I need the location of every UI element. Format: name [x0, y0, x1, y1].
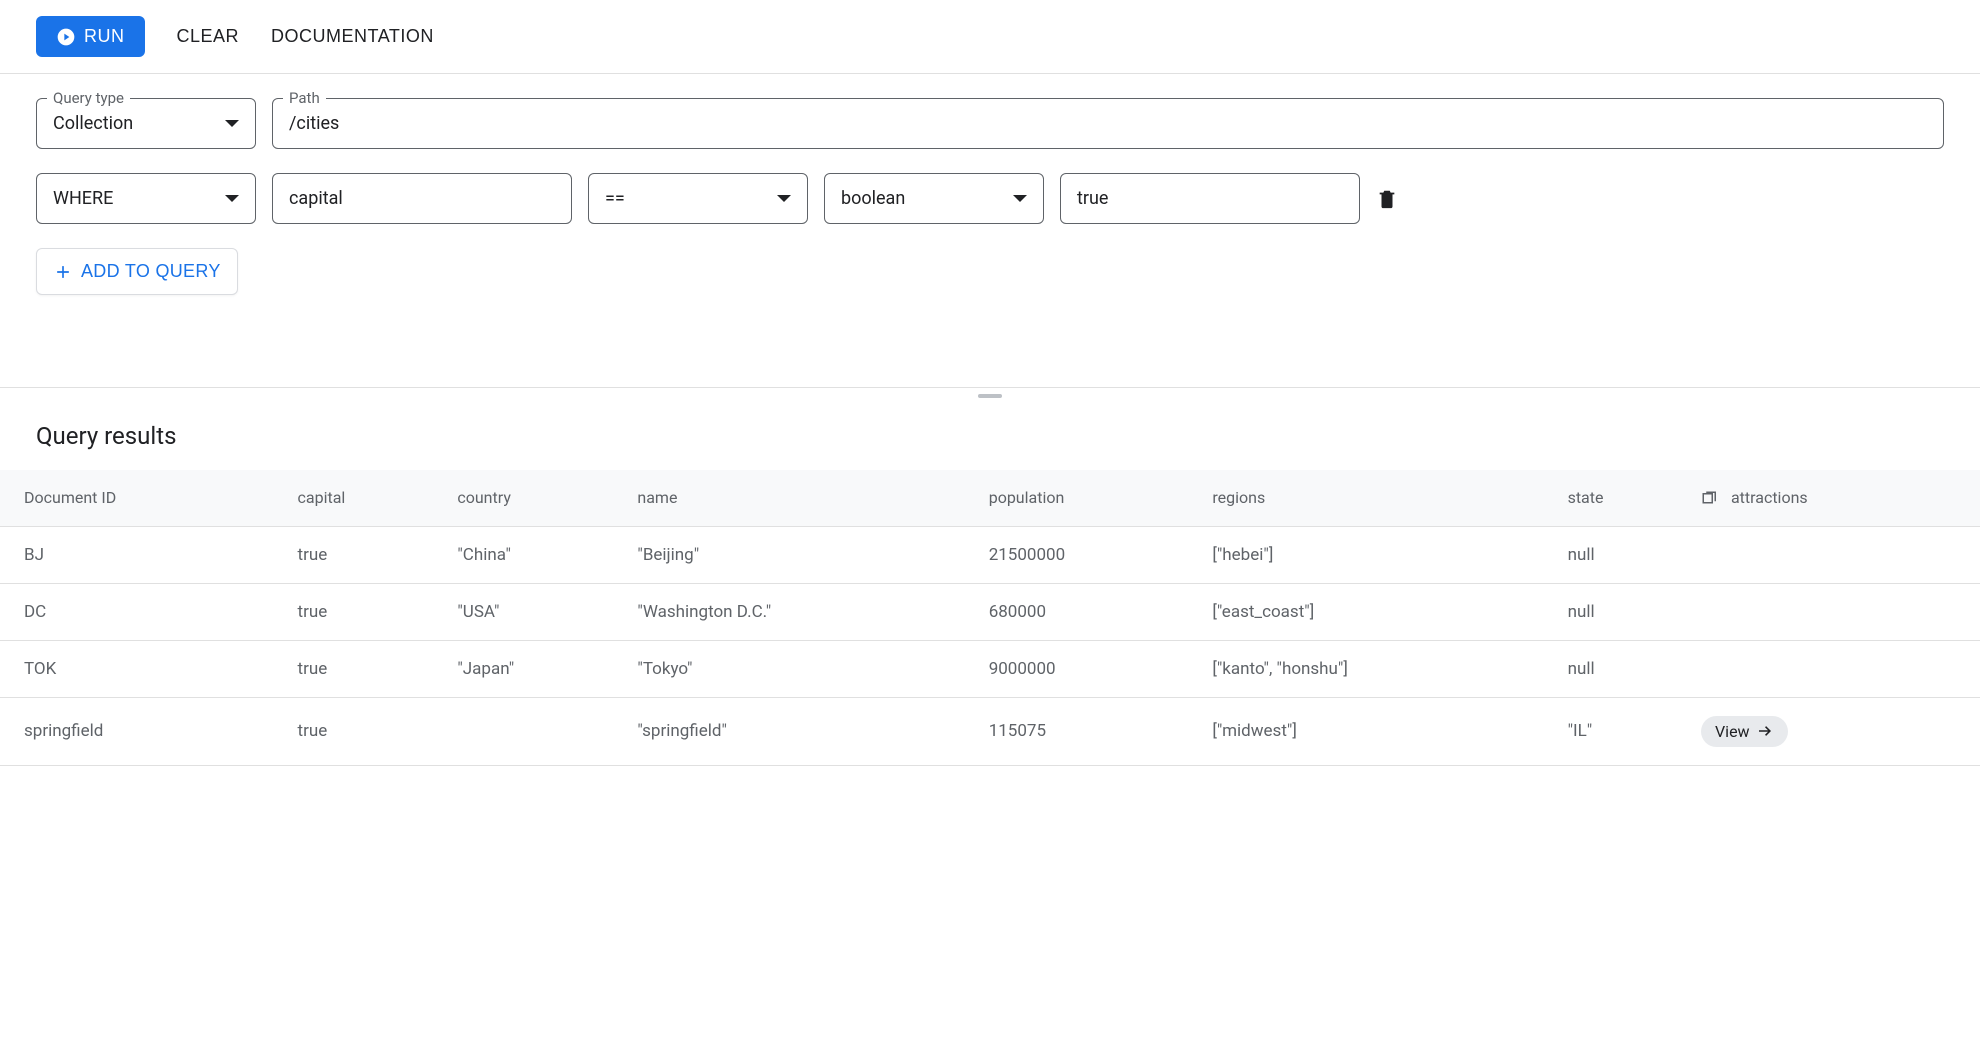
- col-capital: capital: [286, 470, 446, 526]
- where-value-input[interactable]: true: [1060, 173, 1360, 224]
- table-row[interactable]: BJtrue"China""Beijing"21500000["hebei"]n…: [0, 526, 1980, 583]
- cell-attractions: [1689, 526, 1980, 583]
- cell-name: "Beijing": [625, 526, 976, 583]
- path-value: /cities: [289, 113, 339, 134]
- query-type-label: Query type: [47, 89, 130, 107]
- run-button[interactable]: RUN: [36, 16, 145, 57]
- view-chip-label: View: [1715, 722, 1750, 741]
- col-population: population: [977, 470, 1201, 526]
- query-type-value: Collection: [53, 113, 133, 134]
- col-name: name: [625, 470, 976, 526]
- documentation-button[interactable]: DOCUMENTATION: [271, 26, 434, 47]
- cell-capital: true: [286, 640, 446, 697]
- cell-regions: ["hebei"]: [1200, 526, 1555, 583]
- table-row[interactable]: TOKtrue"Japan""Tokyo"9000000["kanto", "h…: [0, 640, 1980, 697]
- where-operator-select[interactable]: ==: [588, 173, 808, 224]
- cell-name: "Washington D.C.": [625, 583, 976, 640]
- where-operator-value: ==: [605, 188, 625, 209]
- where-type-select[interactable]: boolean: [824, 173, 1044, 224]
- cell-population: 680000: [977, 583, 1201, 640]
- where-clause-select[interactable]: WHERE: [36, 173, 256, 224]
- run-label: RUN: [84, 26, 125, 47]
- results-title: Query results: [0, 422, 1980, 470]
- where-clause-value: WHERE: [53, 188, 113, 209]
- results-table: Document ID capital country name populat…: [0, 470, 1980, 766]
- col-country: country: [445, 470, 625, 526]
- query-type-select[interactable]: Query type Collection: [36, 98, 256, 149]
- arrow-right-icon: [1756, 722, 1774, 740]
- table-row[interactable]: DCtrue"USA""Washington D.C."680000["east…: [0, 583, 1980, 640]
- toolbar: RUN CLEAR DOCUMENTATION: [0, 0, 1980, 74]
- cell-population: 115075: [977, 697, 1201, 765]
- collection-icon: [1701, 490, 1719, 508]
- cell-state: "IL": [1556, 697, 1689, 765]
- cell-regions: ["kanto", "honshu"]: [1200, 640, 1555, 697]
- cell-name: "Tokyo": [625, 640, 976, 697]
- cell-country: "China": [445, 526, 625, 583]
- path-input[interactable]: Path /cities: [272, 98, 1944, 149]
- cell-country: [445, 697, 625, 765]
- play-circle-icon: [56, 27, 76, 47]
- col-regions: regions: [1200, 470, 1555, 526]
- cell-doc_id: springfield: [0, 697, 286, 765]
- where-field-value: capital: [289, 188, 343, 209]
- chevron-down-icon: [225, 195, 239, 202]
- view-chip[interactable]: View: [1701, 716, 1788, 747]
- cell-population: 9000000: [977, 640, 1201, 697]
- where-value-text: true: [1077, 188, 1108, 209]
- cell-capital: true: [286, 583, 446, 640]
- table-row[interactable]: springfieldtrue "springfield"115075["midw…: [0, 697, 1980, 765]
- table-header-row: Document ID capital country name populat…: [0, 470, 1980, 526]
- cell-attractions: [1689, 640, 1980, 697]
- cell-capital: true: [286, 526, 446, 583]
- col-state: state: [1556, 470, 1689, 526]
- cell-country: "Japan": [445, 640, 625, 697]
- chevron-down-icon: [225, 120, 239, 127]
- query-builder: Query type Collection Path /cities WHERE…: [0, 74, 1980, 307]
- cell-regions: ["east_coast"]: [1200, 583, 1555, 640]
- cell-name: "springfield": [625, 697, 976, 765]
- cell-population: 21500000: [977, 526, 1201, 583]
- where-type-value: boolean: [841, 188, 905, 209]
- add-to-query-label: ADD TO QUERY: [81, 261, 221, 282]
- cell-country: "USA": [445, 583, 625, 640]
- chevron-down-icon: [777, 195, 791, 202]
- where-field-input[interactable]: capital: [272, 173, 572, 224]
- cell-state: null: [1556, 640, 1689, 697]
- cell-doc_id: BJ: [0, 526, 286, 583]
- cell-state: null: [1556, 526, 1689, 583]
- cell-doc_id: TOK: [0, 640, 286, 697]
- path-label: Path: [283, 89, 326, 107]
- query-results: Query results Document ID capital countr…: [0, 398, 1980, 766]
- panel-divider: [0, 387, 1980, 398]
- clear-button[interactable]: CLEAR: [177, 26, 240, 47]
- cell-attractions: [1689, 583, 1980, 640]
- chevron-down-icon: [1013, 195, 1027, 202]
- cell-state: null: [1556, 583, 1689, 640]
- cell-capital: true: [286, 697, 446, 765]
- cell-doc_id: DC: [0, 583, 286, 640]
- cell-regions: ["midwest"]: [1200, 697, 1555, 765]
- add-to-query-button[interactable]: ADD TO QUERY: [36, 248, 238, 295]
- cell-attractions: View: [1689, 697, 1980, 765]
- col-attractions: attractions: [1689, 470, 1980, 526]
- trash-icon[interactable]: [1376, 188, 1398, 210]
- col-document-id: Document ID: [0, 470, 286, 526]
- plus-icon: [53, 262, 73, 282]
